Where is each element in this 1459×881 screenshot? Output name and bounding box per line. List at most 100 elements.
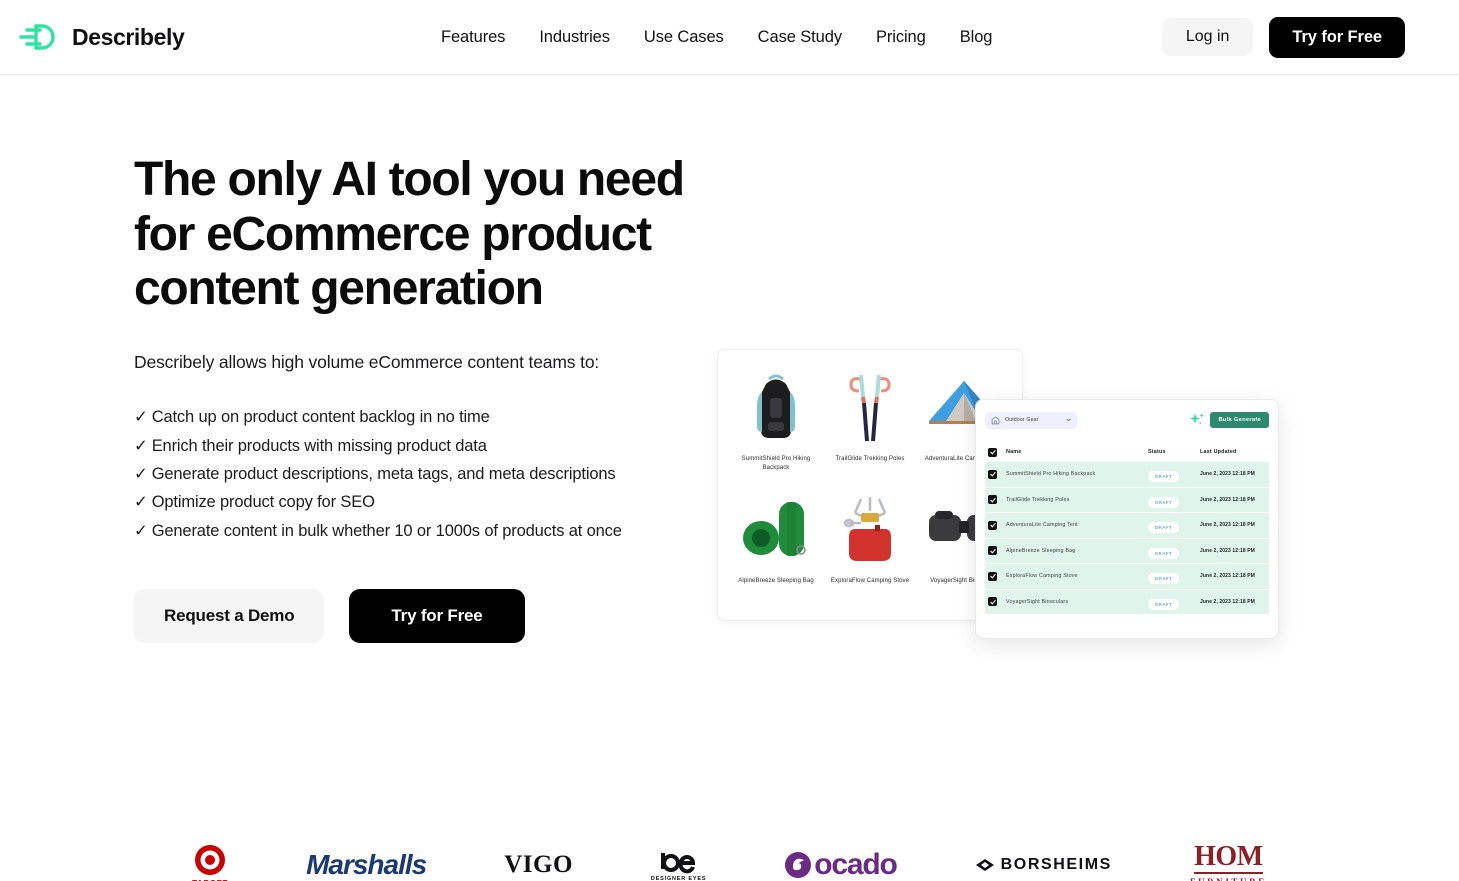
nav-item-blog[interactable]: Blog bbox=[960, 28, 993, 47]
row-status: DRAFT bbox=[1148, 593, 1200, 611]
logo-marshalls: Marshalls bbox=[306, 837, 427, 881]
table-row[interactable]: VoyagerSight Binoculars DRAFT June 2, 20… bbox=[985, 589, 1269, 615]
login-button[interactable]: Log in bbox=[1161, 18, 1254, 56]
hero-try-for-free-button[interactable]: Try for Free bbox=[349, 589, 525, 644]
logo-vigo: VIGO bbox=[504, 837, 573, 881]
row-product-name: VoyagerSight Binoculars bbox=[1006, 598, 1069, 605]
header-try-for-free-button[interactable]: Try for Free bbox=[1269, 16, 1405, 58]
row-checkbox[interactable] bbox=[988, 469, 997, 479]
hero-cta-group: Request a Demo Try for Free bbox=[134, 589, 694, 644]
row-last-updated: June 2, 2023 12:18 PM bbox=[1200, 496, 1255, 503]
hero-section: The only AI tool you need for eCommerce … bbox=[0, 75, 1459, 881]
designer-eyes-mark-icon bbox=[660, 852, 695, 873]
bulk-generate-panel: Outdoor Gear Bulk Generate Name Status L… bbox=[975, 399, 1279, 639]
row-checkbox[interactable] bbox=[988, 597, 997, 607]
request-demo-button[interactable]: Request a Demo bbox=[134, 589, 325, 644]
hero-visual: SummitShield Pro Hiking Backpack TrailGl… bbox=[717, 349, 1317, 639]
logo-ocado: ocado bbox=[784, 837, 898, 881]
panel-toolbar: Outdoor Gear Bulk Generate bbox=[985, 410, 1269, 430]
benefit-text: Generate content in bulk whether 10 or 1… bbox=[151, 521, 622, 540]
benefits-list: ✓ Catch up on product content backlog in … bbox=[134, 403, 694, 545]
logo-designer-eyes-text: DESIGNER EYES bbox=[650, 875, 707, 881]
product-label: TrailGlide Trekking Poles bbox=[835, 456, 905, 462]
row-last-updated: June 2, 2023 12:18 PM bbox=[1200, 547, 1255, 554]
column-header-status: Status bbox=[1148, 449, 1166, 455]
nav-item-features[interactable]: Features bbox=[441, 28, 505, 47]
ocado-swirl-icon bbox=[785, 852, 812, 878]
trekking-poles-icon bbox=[846, 364, 894, 448]
row-status: DRAFT bbox=[1148, 542, 1200, 560]
product-label: SummitShield Pro Hiking Backpack bbox=[741, 456, 811, 471]
nav-item-industries[interactable]: Industries bbox=[539, 28, 610, 47]
benefit-text: Catch up on product content backlog in n… bbox=[151, 408, 490, 427]
row-checkbox[interactable] bbox=[988, 520, 997, 530]
row-status: DRAFT bbox=[1148, 516, 1200, 534]
products-table: Name Status Last Updated SummitShield Pr… bbox=[985, 442, 1269, 615]
list-item: ✓ Catch up on product content backlog in … bbox=[134, 403, 694, 431]
status-badge: DRAFT bbox=[1148, 471, 1180, 483]
table-row[interactable]: AlpineBreeze Sleeping Bag DRAFT June 2, … bbox=[985, 538, 1269, 564]
customer-logo-bar: TARGET Marshalls VIGO DESIGNER EYES ocad… bbox=[0, 830, 1459, 881]
product-label: AlpineBreeze Sleeping Bag bbox=[738, 578, 814, 584]
row-last-updated: June 2, 2023 12:18 PM bbox=[1200, 522, 1255, 529]
table-header-row: Name Status Last Updated bbox=[985, 442, 1269, 462]
benefit-text: Generate product descriptions, meta tags… bbox=[151, 465, 616, 483]
row-product-name: TrailGlide Trekking Poles bbox=[1006, 496, 1070, 503]
table-row[interactable]: ExploraFlow Camping Stove DRAFT June 2, … bbox=[985, 564, 1269, 590]
nav-item-use-cases[interactable]: Use Cases bbox=[644, 28, 724, 47]
column-header-last-updated: Last Updated bbox=[1200, 449, 1237, 455]
table-row[interactable]: TrailGlide Trekking Poles DRAFT June 2, … bbox=[985, 487, 1269, 513]
product-cell: TrailGlide Trekking Poles bbox=[824, 364, 916, 484]
select-all-checkbox[interactable] bbox=[988, 447, 997, 457]
check-icon: ✓ bbox=[134, 521, 148, 540]
product-cell: ExploraFlow Camping Stove bbox=[824, 486, 916, 606]
benefit-text: Optimize product copy for SEO bbox=[151, 493, 375, 512]
logo-hom-main-text: HOM bbox=[1194, 841, 1263, 874]
logo-vigo-text: VIGO bbox=[504, 851, 573, 878]
table-row[interactable]: AdventuraLite Camping Tent DRAFT June 2,… bbox=[985, 513, 1269, 539]
logo-hom-furniture: HOM FURNITURE bbox=[1190, 837, 1267, 881]
sparkle-icon bbox=[1190, 413, 1205, 425]
row-product-name: AlpineBreeze Sleeping Bag bbox=[1006, 547, 1076, 554]
camping-stove-icon bbox=[839, 486, 901, 570]
nav-item-case-study[interactable]: Case Study bbox=[758, 28, 842, 47]
hero-copy: The only AI tool you need for eCommerce … bbox=[134, 153, 694, 644]
logo-borsheims: BORSHEIMS bbox=[975, 837, 1112, 881]
check-icon: ✓ bbox=[134, 493, 148, 512]
header-actions: Log in Try for Free bbox=[1161, 16, 1405, 58]
product-label: ExploraFlow Camping Stove bbox=[830, 578, 910, 584]
target-bullseye-icon bbox=[195, 844, 226, 875]
catalog-select-value: Outdoor Gear bbox=[1005, 417, 1039, 423]
table-row[interactable]: SummitShield Pro Hiking Backpack DRAFT J… bbox=[985, 462, 1269, 488]
row-checkbox[interactable] bbox=[988, 495, 997, 505]
status-badge: DRAFT bbox=[1148, 547, 1180, 559]
hero-subtitle: Describely allows high volume eCommerce … bbox=[134, 352, 600, 373]
check-icon: ✓ bbox=[134, 436, 148, 455]
brand-logo[interactable]: Describely bbox=[16, 20, 185, 54]
check-icon: ✓ bbox=[134, 465, 148, 483]
row-last-updated: June 2, 2023 12:18 PM bbox=[1200, 471, 1255, 478]
row-last-updated: June 2, 2023 12:18 PM bbox=[1200, 573, 1255, 580]
store-bag-icon bbox=[991, 416, 1000, 424]
benefit-text: Enrich their products with missing produ… bbox=[151, 436, 487, 455]
row-checkbox[interactable] bbox=[988, 571, 997, 581]
logo-borsheims-text: BORSHEIMS bbox=[1000, 856, 1112, 873]
site-header: Describely Features Industries Use Cases… bbox=[0, 0, 1459, 75]
sleeping-bag-icon bbox=[741, 486, 811, 570]
catalog-select[interactable]: Outdoor Gear bbox=[985, 411, 1077, 429]
status-badge: DRAFT bbox=[1148, 573, 1180, 585]
row-status: DRAFT bbox=[1148, 567, 1200, 585]
backpack-icon bbox=[753, 364, 799, 448]
bulk-generate-button[interactable]: Bulk Generate bbox=[1210, 412, 1269, 428]
panel-actions: Bulk Generate bbox=[1189, 411, 1269, 429]
row-checkbox[interactable] bbox=[988, 546, 997, 556]
check-icon: ✓ bbox=[134, 408, 148, 427]
list-item: ✓ Generate content in bulk whether 10 or … bbox=[134, 517, 694, 545]
status-badge: DRAFT bbox=[1148, 496, 1180, 508]
row-product-name: ExploraFlow Camping Stove bbox=[1006, 573, 1078, 580]
row-last-updated: June 2, 2023 12:18 PM bbox=[1200, 598, 1255, 605]
nav-item-pricing[interactable]: Pricing bbox=[876, 28, 926, 47]
logo-hom-sub-text: FURNITURE bbox=[1190, 877, 1267, 881]
row-status: DRAFT bbox=[1148, 491, 1200, 509]
logo-ocado-text: ocado bbox=[814, 848, 898, 881]
